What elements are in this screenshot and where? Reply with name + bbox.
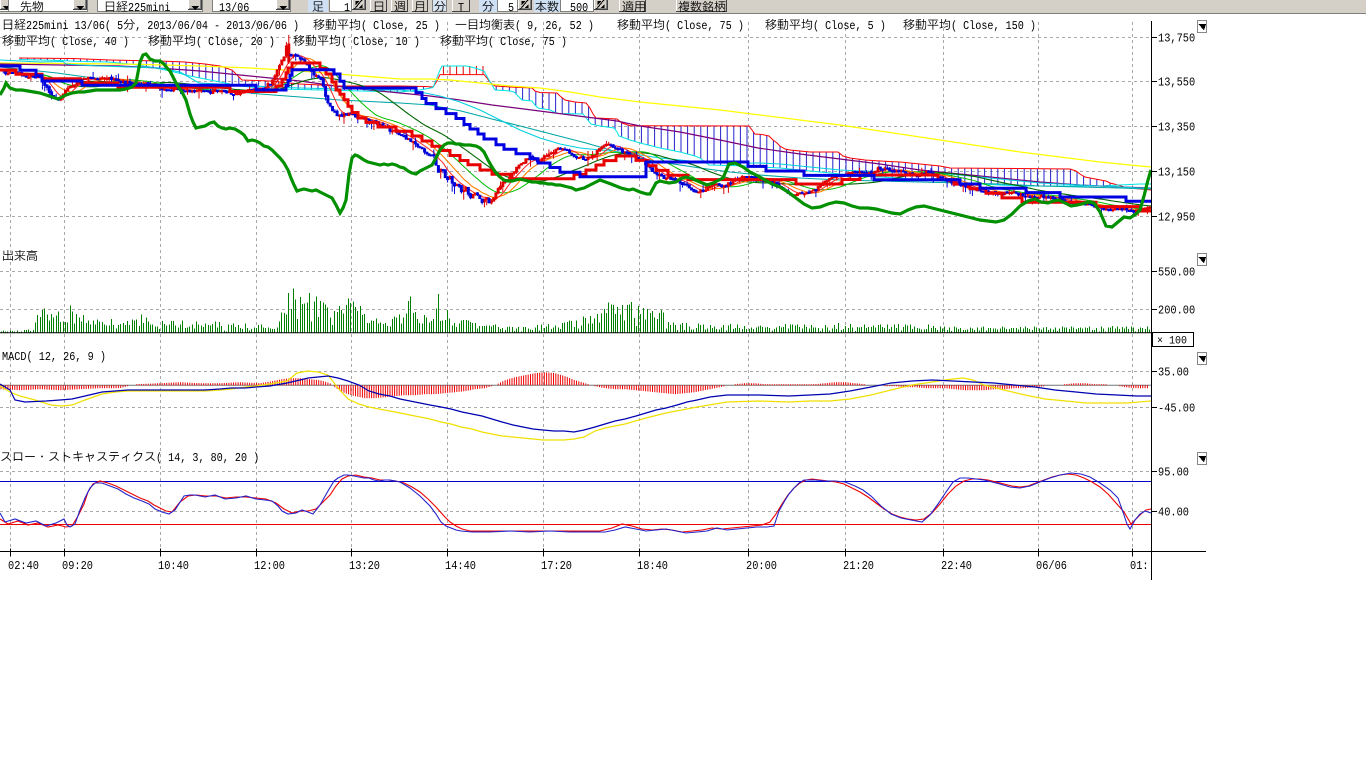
svg-text:35.00: 35.00 — [1158, 367, 1189, 380]
svg-text:MACD( 12, 26, 9 ): MACD( 12, 26, 9 ) — [2, 351, 106, 364]
svg-text:200.00: 200.00 — [1158, 305, 1195, 318]
svg-text:22:40: 22:40 — [941, 560, 972, 573]
svg-text:10:40: 10:40 — [158, 560, 189, 573]
svg-text:× 100: × 100 — [1157, 336, 1187, 348]
svg-text:550.00: 550.00 — [1158, 266, 1195, 279]
svg-text:02:40: 02:40 — [8, 560, 39, 573]
svg-text:-45.00: -45.00 — [1158, 403, 1195, 416]
svg-text:40.00: 40.00 — [1158, 507, 1189, 520]
svg-text:95.00: 95.00 — [1158, 467, 1189, 480]
svg-text:13,150: 13,150 — [1158, 167, 1195, 180]
svg-text:21:20: 21:20 — [843, 560, 874, 573]
svg-text:13,750: 13,750 — [1158, 33, 1195, 46]
svg-text:01:: 01: — [1130, 560, 1149, 573]
svg-text:13,550: 13,550 — [1158, 77, 1195, 90]
svg-text:18:40: 18:40 — [637, 560, 668, 573]
svg-text:12:00: 12:00 — [254, 560, 285, 573]
svg-text:17:20: 17:20 — [541, 560, 572, 573]
svg-text:13:20: 13:20 — [349, 560, 380, 573]
svg-text:20:00: 20:00 — [746, 560, 777, 573]
svg-text:12,950: 12,950 — [1158, 212, 1195, 225]
svg-text:06/06: 06/06 — [1036, 560, 1067, 573]
svg-text:09:20: 09:20 — [62, 560, 93, 573]
svg-text:14:40: 14:40 — [445, 560, 476, 573]
svg-text:13,350: 13,350 — [1158, 122, 1195, 135]
